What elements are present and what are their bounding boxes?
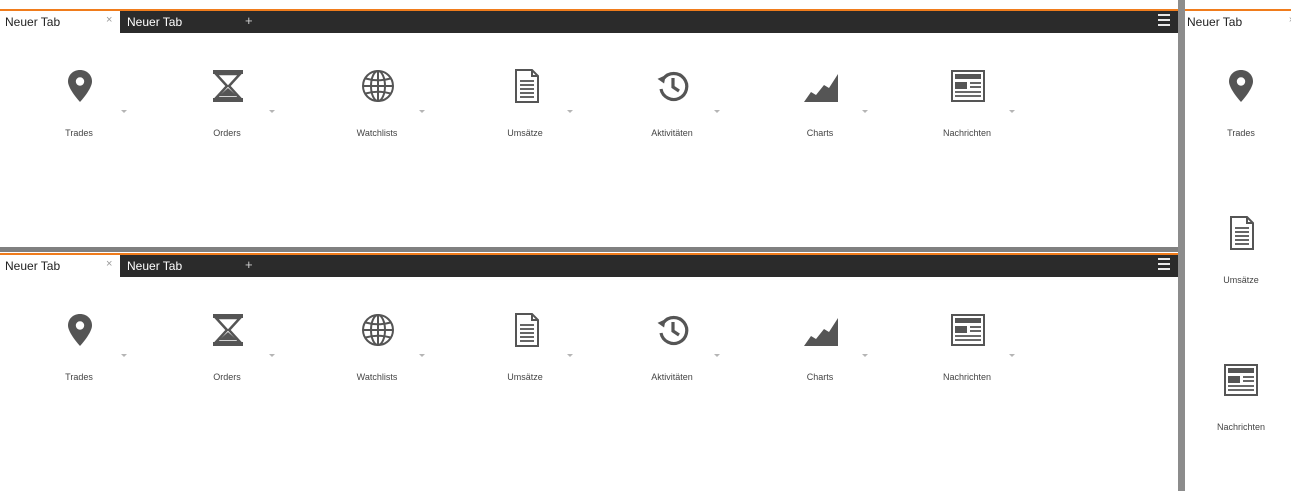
tab-label: Neuer Tab	[5, 259, 61, 273]
tile-label: Umsätze	[507, 128, 543, 138]
tile-label: Trades	[1227, 128, 1255, 138]
newspaper-icon	[950, 312, 986, 348]
document-icon	[508, 68, 544, 104]
tab-active[interactable]: Neuer Tab ×	[0, 255, 120, 277]
map-marker-icon	[62, 312, 98, 348]
tile-nachrichten[interactable]: Nachrichten	[1191, 362, 1291, 452]
vertical-splitter[interactable]	[1178, 0, 1185, 491]
hourglass-icon	[210, 68, 246, 104]
tile-label: Watchlists	[356, 372, 398, 382]
dropdown-caret-icon[interactable]	[1009, 110, 1015, 113]
area-chart-icon	[803, 312, 839, 348]
tile-trades[interactable]: Trades	[24, 68, 134, 158]
tile-nachrichten[interactable]: Nachrichten	[912, 312, 1022, 402]
dropdown-caret-icon[interactable]	[121, 110, 127, 113]
tile-label: Orders	[213, 128, 241, 138]
dropdown-caret-icon[interactable]	[419, 110, 425, 113]
dropdown-caret-icon[interactable]	[714, 354, 720, 357]
tile-nachrichten[interactable]: Nachrichten	[912, 68, 1022, 158]
tab-bar: Neuer Tab × Neuer Tab +	[0, 253, 1178, 277]
map-marker-icon	[1223, 68, 1259, 104]
tile-trades[interactable]: Trades	[24, 312, 134, 402]
tile-umsaetze[interactable]: Umsätze	[1191, 215, 1291, 305]
close-tab-icon[interactable]: ×	[106, 14, 112, 26]
globe-icon	[360, 68, 396, 104]
dropdown-caret-icon[interactable]	[714, 110, 720, 113]
tile-watchlists[interactable]: Watchlists	[322, 312, 432, 402]
hourglass-icon	[210, 312, 246, 348]
tile-watchlists[interactable]: Watchlists	[322, 68, 432, 158]
tab-label: Neuer Tab	[5, 15, 61, 29]
tab-inactive[interactable]: Neuer Tab	[121, 11, 236, 33]
tile-aktivitaeten[interactable]: Aktivitäten	[617, 312, 727, 402]
tile-label: Nachrichten	[942, 372, 992, 382]
hamburger-menu-icon[interactable]	[1158, 14, 1170, 26]
add-tab-button[interactable]: +	[245, 13, 253, 28]
dropdown-caret-icon[interactable]	[862, 110, 868, 113]
tab-label: Neuer Tab	[1187, 15, 1243, 29]
tab-inactive[interactable]: Neuer Tab	[121, 255, 236, 277]
tab-bar: Neuer Tab × Neuer Tab +	[0, 9, 1178, 33]
add-tab-button[interactable]: +	[245, 257, 253, 272]
tab-label: Neuer Tab	[127, 259, 183, 273]
tile-orders[interactable]: Orders	[172, 68, 282, 158]
tile-label: Trades	[65, 372, 93, 382]
horizontal-splitter[interactable]	[0, 247, 1178, 252]
dropdown-caret-icon[interactable]	[269, 110, 275, 113]
tab-active[interactable]: Neuer Tab ×	[0, 11, 120, 33]
tile-charts[interactable]: Charts	[765, 312, 875, 402]
newspaper-icon	[1223, 362, 1259, 398]
tile-label: Aktivitäten	[651, 128, 693, 138]
document-icon	[1223, 215, 1259, 251]
hamburger-menu-icon[interactable]	[1158, 258, 1170, 270]
tab-bar: Neuer Tab ›	[1185, 9, 1291, 33]
tile-label: Umsätze	[1223, 275, 1259, 285]
panel-top: Neuer Tab × Neuer Tab + Trades Orders Wa…	[0, 9, 1178, 247]
area-chart-icon	[803, 68, 839, 104]
close-tab-icon[interactable]: ×	[106, 258, 112, 270]
tile-umsaetze[interactable]: Umsätze	[470, 312, 580, 402]
dropdown-caret-icon[interactable]	[269, 354, 275, 357]
tile-label: Charts	[806, 372, 834, 382]
tile-label: Orders	[213, 372, 241, 382]
tile-aktivitaeten[interactable]: Aktivitäten	[617, 68, 727, 158]
dropdown-caret-icon[interactable]	[862, 354, 868, 357]
tile-umsaetze[interactable]: Umsätze	[470, 68, 580, 158]
document-icon	[508, 312, 544, 348]
tile-label: Charts	[806, 128, 834, 138]
tab-label: Neuer Tab	[127, 15, 183, 29]
tile-label: Nachrichten	[1216, 422, 1266, 432]
tile-orders[interactable]: Orders	[172, 312, 282, 402]
tile-charts[interactable]: Charts	[765, 68, 875, 158]
tile-label: Nachrichten	[942, 128, 992, 138]
map-marker-icon	[62, 68, 98, 104]
newspaper-icon	[950, 68, 986, 104]
dropdown-caret-icon[interactable]	[419, 354, 425, 357]
panel-side: Neuer Tab › Trades Umsätze Nachrichten	[1185, 9, 1291, 491]
dropdown-caret-icon[interactable]	[121, 354, 127, 357]
history-icon	[655, 68, 691, 104]
dropdown-caret-icon[interactable]	[567, 110, 573, 113]
history-icon	[655, 312, 691, 348]
dropdown-caret-icon[interactable]	[567, 354, 573, 357]
tile-label: Umsätze	[507, 372, 543, 382]
dropdown-caret-icon[interactable]	[1009, 354, 1015, 357]
tile-label: Trades	[65, 128, 93, 138]
globe-icon	[360, 312, 396, 348]
tile-label: Watchlists	[356, 128, 398, 138]
tile-trades[interactable]: Trades	[1191, 68, 1291, 158]
panel-bottom: Neuer Tab × Neuer Tab + Trades Orders Wa…	[0, 253, 1178, 491]
tile-label: Aktivitäten	[651, 372, 693, 382]
